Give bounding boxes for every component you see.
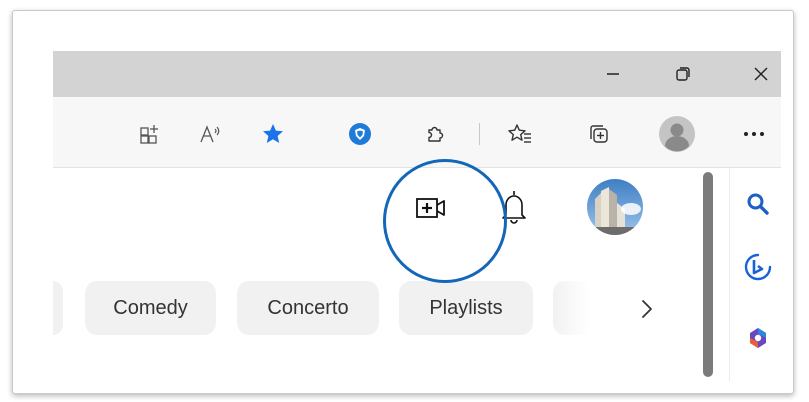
chip-partial-left[interactable] [53, 281, 63, 335]
sidebar-office-button[interactable] [744, 324, 772, 352]
restore-icon [676, 67, 690, 81]
close-icon [754, 67, 768, 81]
bing-icon [744, 253, 772, 281]
page-scrollbar[interactable] [701, 168, 717, 381]
read-aloud-icon [200, 125, 220, 143]
chip-playlists[interactable]: Playlists [399, 281, 533, 335]
collections-button[interactable] [583, 119, 613, 149]
channel-avatar-image [587, 179, 643, 235]
chips-next-button[interactable] [633, 292, 661, 326]
chip-concerto[interactable]: Concerto [237, 281, 379, 335]
scrollbar-thumb[interactable] [703, 172, 713, 377]
title-bar [53, 51, 781, 97]
minimize-button[interactable] [583, 51, 643, 97]
browser-toolbar [53, 97, 781, 168]
profile-avatar-icon [659, 116, 695, 152]
favorite-star-icon [263, 124, 283, 143]
minimize-icon [607, 73, 619, 75]
highlight-circle-annotation [383, 159, 507, 283]
office-icon [750, 328, 766, 348]
chip-label: Playlists [429, 296, 503, 319]
more-button[interactable] [739, 119, 769, 149]
chip-label: Comedy [113, 296, 188, 319]
favorite-button[interactable] [258, 119, 288, 149]
extensions-puzzle-icon [428, 126, 444, 142]
more-icon [744, 132, 764, 136]
extension-shield-button[interactable] [345, 119, 375, 149]
chip-partial-right[interactable] [553, 281, 589, 335]
extensions-button[interactable] [420, 119, 450, 149]
extension-shield-icon [349, 123, 371, 145]
chip-comedy[interactable]: Comedy [85, 281, 216, 335]
favorites-button[interactable] [505, 119, 535, 149]
favorites-icon [508, 124, 531, 143]
screenshot-frame: Comedy Concerto Playlists [12, 10, 794, 394]
chevron-right-icon [642, 300, 652, 318]
restore-button[interactable] [653, 51, 713, 97]
app-available-icon [140, 125, 158, 144]
profile-button[interactable] [659, 116, 695, 152]
app-available-button[interactable] [135, 119, 165, 149]
sidebar-search-button[interactable] [744, 190, 772, 218]
edge-sidebar [729, 168, 781, 381]
close-button[interactable] [731, 51, 781, 97]
sidebar-bing-button[interactable] [744, 253, 772, 281]
collections-icon [590, 125, 608, 143]
read-aloud-button[interactable] [196, 119, 226, 149]
toolbar-separator [479, 123, 480, 145]
channel-avatar[interactable] [587, 179, 643, 235]
search-icon [747, 193, 769, 215]
chip-label: Concerto [267, 296, 349, 319]
